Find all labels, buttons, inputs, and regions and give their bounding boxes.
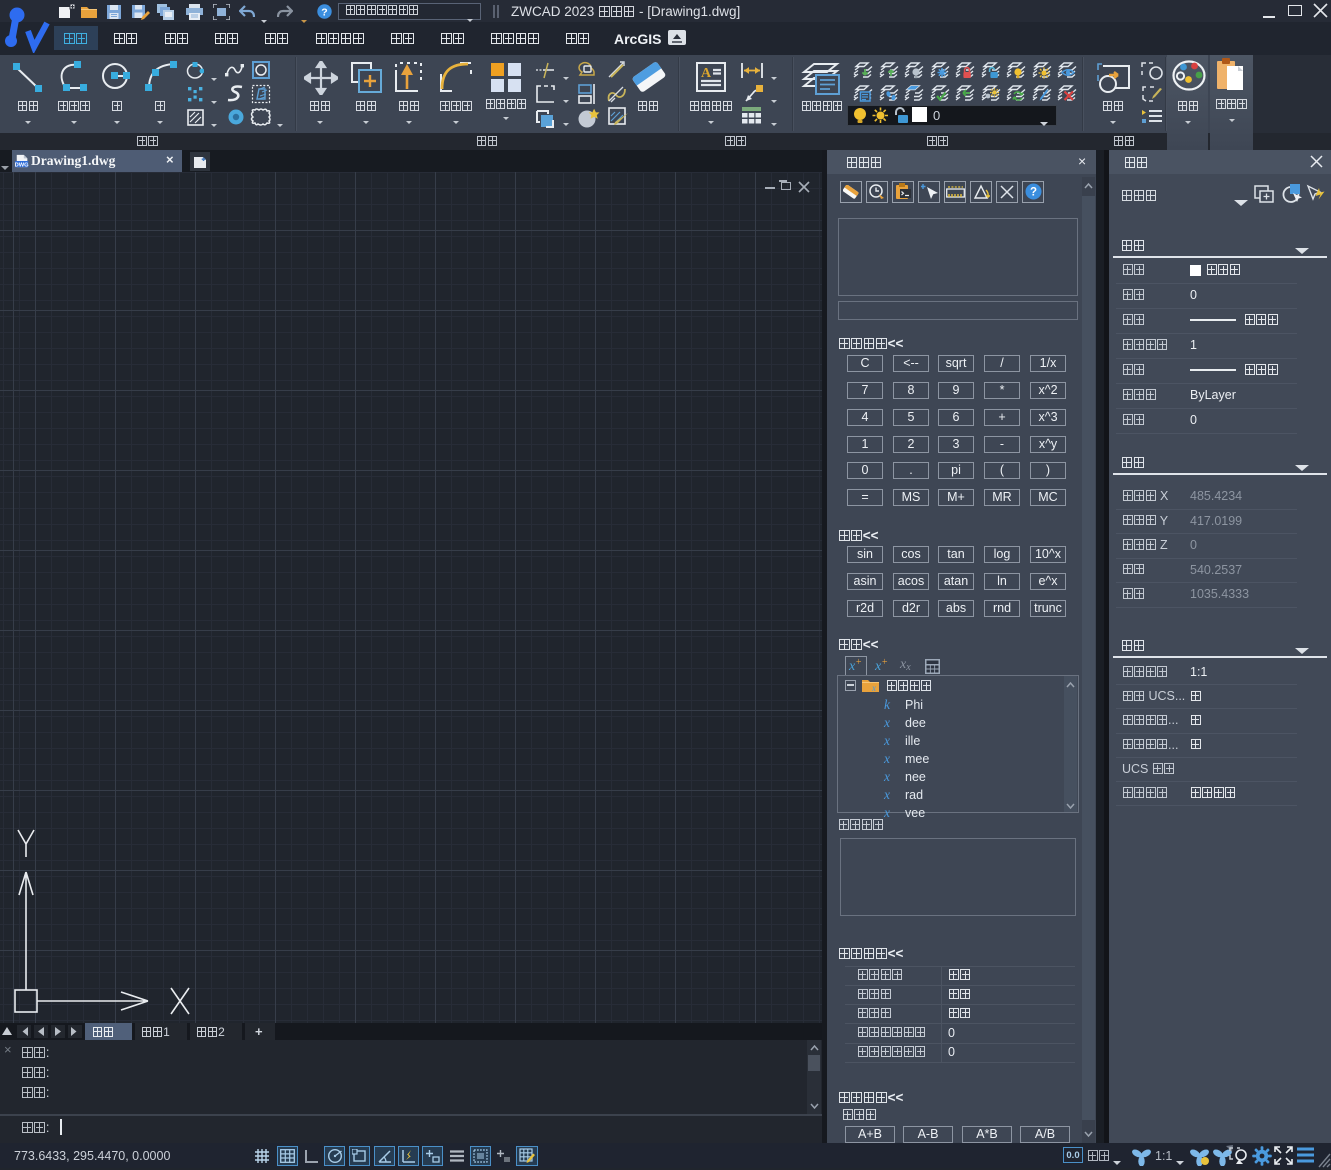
svg-text:A: A	[701, 66, 712, 81]
svg-text:x: x	[871, 683, 876, 692]
svg-text:DWG: DWG	[15, 162, 29, 168]
svg-text:?: ?	[1030, 187, 1037, 199]
svg-text:?: ?	[321, 6, 327, 18]
